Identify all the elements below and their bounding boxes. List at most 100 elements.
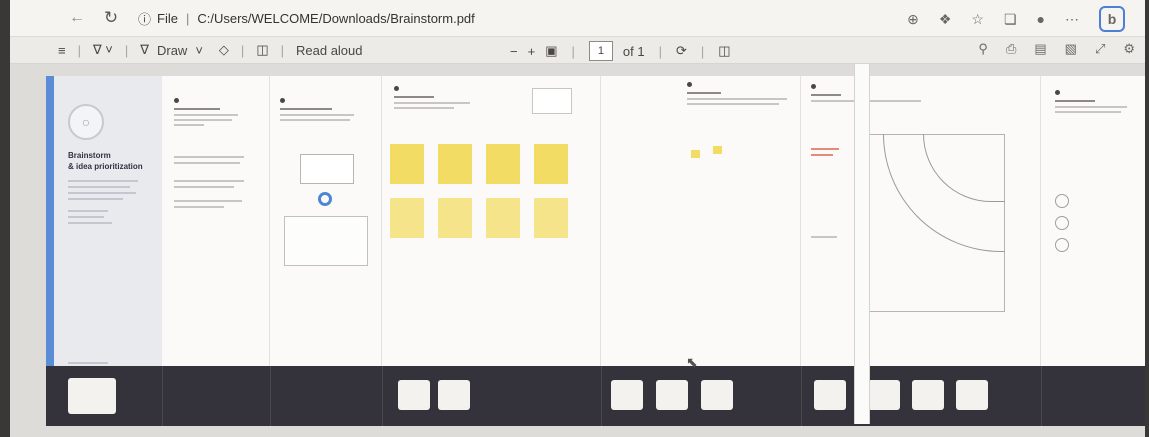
panel-text: [1055, 111, 1121, 113]
hero-text-line: [68, 198, 123, 200]
thumbnail-card: [701, 380, 733, 410]
mouse-cursor-icon: ⬉: [686, 354, 698, 370]
divider: |: [77, 42, 81, 58]
page-current: 1: [597, 45, 604, 57]
profile-icon[interactable]: ●: [1037, 11, 1045, 27]
filter-icon[interactable]: ∇ ˅: [93, 42, 113, 58]
panel-text: [394, 102, 470, 104]
browser-window: ← ↻ ⓘ File | C:/Users/WELCOME/Downloads/…: [10, 0, 1145, 437]
two-page-icon[interactable]: ◫: [718, 43, 730, 59]
sticky-group[interactable]: [438, 144, 472, 184]
sticky-group[interactable]: [486, 144, 520, 184]
divider: |: [700, 43, 705, 59]
read-aloud-button[interactable]: Read aloud: [296, 43, 363, 58]
favorites-icon[interactable]: ☆: [971, 11, 984, 28]
step-circle: [1055, 194, 1069, 208]
collections-icon[interactable]: ❏: [1004, 11, 1017, 28]
rotate-icon[interactable]: ⟳: [676, 43, 687, 59]
read-mode-icon[interactable]: ❖: [939, 11, 952, 28]
panel-invite: [162, 76, 270, 366]
page-number-input[interactable]: 1: [588, 41, 613, 61]
hero-text-line: [68, 186, 130, 188]
search-icon[interactable]: ⚲: [978, 41, 988, 57]
draw-label[interactable]: Draw: [157, 43, 187, 58]
zoom-icon[interactable]: ⊕: [907, 11, 919, 28]
panel-share: [1041, 76, 1145, 366]
panel-heading: [1055, 100, 1095, 102]
panel-heading: [394, 96, 434, 98]
sticky-group[interactable]: [438, 198, 472, 238]
url-field[interactable]: ⓘ File | C:/Users/WELCOME/Downloads/Brai…: [138, 9, 475, 28]
print-icon[interactable]: ⎙: [1006, 41, 1016, 57]
bing-label: b: [1107, 11, 1117, 27]
panel-text: [174, 200, 242, 202]
divider: |: [240, 42, 245, 58]
sticky-note[interactable]: [713, 146, 722, 154]
step-dot: [811, 84, 816, 89]
footer-divider: [601, 366, 602, 426]
footer-divider: [270, 366, 271, 426]
sticky-group[interactable]: [534, 198, 568, 238]
panel-text: [174, 162, 240, 164]
page-view-icon[interactable]: ◫: [256, 42, 268, 58]
url-path: C:/Users/WELCOME/Downloads/Brainstorm.pd…: [197, 10, 475, 26]
panel-brainstorm: [382, 76, 601, 366]
back-icon[interactable]: ←: [60, 9, 94, 27]
sticky-group[interactable]: [534, 144, 568, 184]
hero-text-line: [68, 210, 108, 212]
panel-heading: [811, 94, 841, 96]
hero-title-line2: & idea prioritization: [68, 162, 143, 171]
refresh-icon[interactable]: ↻: [94, 8, 128, 28]
save-as-icon[interactable]: ▧: [1065, 41, 1077, 57]
panel-heading: [280, 108, 332, 110]
target-icon: [318, 192, 332, 206]
contents-icon[interactable]: ≡: [58, 43, 66, 58]
panel-group-ideas: [601, 76, 801, 366]
step-dot: [1055, 90, 1060, 95]
chevron-down-icon[interactable]: ˅: [195, 43, 203, 58]
url-separator: |: [185, 10, 190, 26]
zoom-out-button[interactable]: −: [510, 44, 518, 59]
pdf-toolbar: ≡ | ∇ ˅ | ∇ Draw ˅ ◇ | ◫ | Read aloud − …: [10, 36, 1145, 64]
fullscreen-icon[interactable]: ⤢: [1095, 41, 1105, 57]
zoom-in-button[interactable]: +: [528, 44, 536, 59]
thumbnail-card: [814, 380, 846, 410]
panel-text: [174, 124, 204, 126]
info-icon[interactable]: ⓘ: [138, 9, 151, 28]
divider: |: [124, 42, 129, 58]
sticky-group[interactable]: [390, 198, 424, 238]
thumbnail-card: [68, 378, 116, 414]
document-canvas[interactable]: ○ Brainstorm & idea prioritization ⬉: [10, 64, 1145, 437]
step-dot: [174, 98, 179, 103]
panel-problem: [270, 76, 382, 366]
thumbnail-card: [912, 380, 944, 410]
fit-page-icon[interactable]: ▣: [545, 43, 557, 59]
sticky-group[interactable]: [390, 144, 424, 184]
file-label: File: [157, 10, 178, 26]
bing-icon[interactable]: b: [1099, 6, 1125, 32]
draw-icon[interactable]: ∇: [140, 42, 149, 58]
save-icon[interactable]: ▤: [1034, 41, 1046, 57]
hero-title-line1: Brainstorm: [68, 151, 111, 160]
more-icon[interactable]: ⋯: [1065, 11, 1079, 28]
footer-divider: [162, 366, 163, 426]
page-total: of 1: [622, 43, 645, 59]
panel-text: [174, 186, 234, 188]
divider: |: [571, 43, 575, 59]
thumbnail-card: [398, 380, 430, 410]
panel-text: [687, 103, 779, 105]
sticky-note[interactable]: [691, 150, 700, 158]
eraser-icon[interactable]: ◇: [219, 42, 229, 58]
tip-card: [532, 88, 572, 114]
panel-text: [394, 107, 454, 109]
settings-icon[interactable]: ⚙: [1123, 41, 1135, 57]
thumbnail-card: [611, 380, 643, 410]
step-dot: [687, 82, 692, 87]
brainstorm-board[interactable]: ○ Brainstorm & idea prioritization: [46, 76, 1145, 426]
sticky-group[interactable]: [486, 198, 520, 238]
lightbulb-icon: ○: [68, 104, 104, 140]
panel-prioritize: [801, 76, 1041, 366]
thumbnail-card: [656, 380, 688, 410]
divider: |: [280, 42, 284, 58]
page-controls: − + ▣ | 1 of 1 | ⟳ | ◫: [510, 41, 731, 61]
